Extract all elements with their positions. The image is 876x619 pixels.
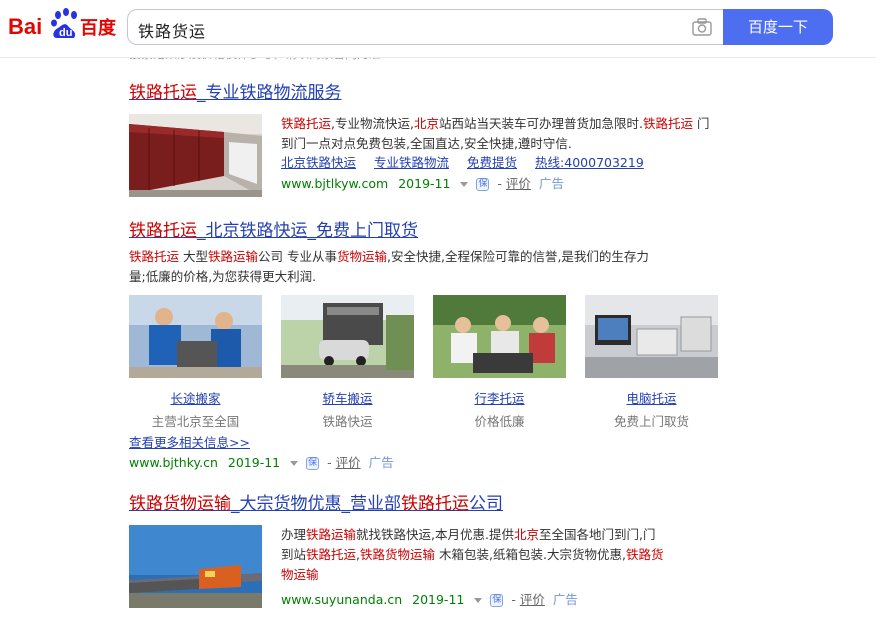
gallery-item[interactable]: 电脑托运 免费上门取货 bbox=[585, 295, 718, 430]
result-1-description: 铁路托运,专业物流快运,北京站西站当天装车可办理普货加急限时.铁路托运 门到门一… bbox=[281, 116, 710, 151]
sitelink-pro-logistics[interactable]: 专业铁路物流 bbox=[374, 155, 449, 170]
gallery-image-computer[interactable] bbox=[585, 295, 718, 378]
gallery-item[interactable]: 行李托运 价格低廉 bbox=[433, 295, 566, 430]
result-2: 铁路托运_北京铁路快运_免费上门取货 bbox=[129, 220, 418, 242]
search-button[interactable]: 百度一下 bbox=[723, 9, 833, 45]
chevron-down-icon[interactable] bbox=[474, 598, 483, 603]
gallery-image-luggage[interactable] bbox=[433, 295, 566, 378]
gallery-item[interactable]: 轿车搬运 铁路快运 bbox=[281, 295, 414, 430]
svg-text:Bai: Bai bbox=[8, 14, 42, 39]
search-input[interactable]: 铁路货运 bbox=[127, 9, 724, 45]
svg-text:百度: 百度 bbox=[80, 17, 117, 39]
result-3: 铁路货物运输_大宗货物优惠_营业部铁路托运公司 bbox=[129, 493, 503, 515]
result-3-description: 办理铁路运输就找铁路快运,本月优惠.提供北京至全国各地门到门,门 到站铁路托运,… bbox=[281, 527, 664, 582]
sitelink-free-pickup[interactable]: 免费提货 bbox=[467, 155, 517, 170]
result-3-thumbnail[interactable] bbox=[129, 525, 262, 608]
gallery-image-car[interactable] bbox=[281, 295, 414, 378]
result-1-sitelinks: 北京铁路快运 专业铁路物流 免费提货 热线:4000703219 bbox=[281, 153, 662, 173]
result-1-title[interactable]: 铁路托运_专业铁路物流服务 bbox=[129, 82, 342, 104]
chevron-down-icon[interactable] bbox=[290, 461, 299, 466]
sitelink-beijing-rail[interactable]: 北京铁路快运 bbox=[281, 155, 356, 170]
result-url[interactable]: www.suyunanda.cn bbox=[281, 592, 402, 607]
result-url[interactable]: www.bjthky.cn bbox=[129, 455, 218, 470]
result-3-meta: www.suyunanda.cn 2019-11 保 - 评价 广告 bbox=[281, 592, 578, 607]
gallery-item[interactable]: 长途搬家 主营北京至全国 bbox=[129, 295, 262, 430]
svg-text:du: du bbox=[59, 27, 72, 39]
search-header: Bai du 百度 铁路货运 百度一下 bbox=[0, 0, 876, 58]
more-info-link[interactable]: 查看更多相关信息>> bbox=[129, 432, 250, 451]
baidu-logo[interactable]: Bai du 百度 bbox=[8, 6, 120, 42]
result-2-title[interactable]: 铁路托运_北京铁路快运_免费上门取货 bbox=[129, 220, 418, 242]
result-1-thumbnail[interactable] bbox=[129, 114, 262, 197]
search-query: 铁路货运 bbox=[138, 22, 207, 41]
result-2-description: 铁路托运 大型铁路运输公司 专业从事货物运输,安全快捷,全程保险可靠的信誉,是我… bbox=[129, 249, 649, 284]
verified-icon[interactable]: 保 bbox=[306, 457, 320, 470]
result-1: 铁路托运_专业铁路物流服务 bbox=[129, 82, 342, 104]
verified-icon[interactable]: 保 bbox=[490, 594, 504, 607]
result-1-meta: www.bjtlkyw.com 2019-11 保 - 评价 广告 bbox=[281, 176, 564, 191]
sitelink-hotline[interactable]: 热线:4000703219 bbox=[535, 155, 644, 170]
camera-icon[interactable] bbox=[692, 18, 712, 36]
verified-icon[interactable]: 保 bbox=[476, 178, 490, 191]
result-3-title[interactable]: 铁路货物运输_大宗货物优惠_营业部铁路托运公司 bbox=[129, 493, 503, 515]
chevron-down-icon[interactable] bbox=[460, 182, 469, 187]
gallery-image-moving[interactable] bbox=[129, 295, 262, 378]
result-url[interactable]: www.bjtlkyw.com bbox=[281, 176, 388, 191]
result-2-meta: www.bjthky.cn 2019-11 保 - 评价 广告 bbox=[129, 455, 394, 470]
